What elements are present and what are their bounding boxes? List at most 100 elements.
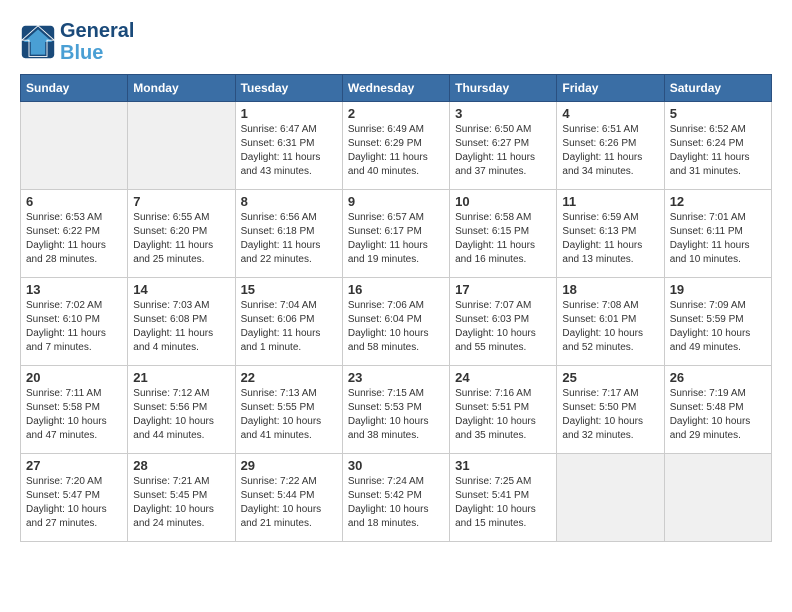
day-cell: 26 Sunrise: 7:19 AMSunset: 5:48 PMDayligh… [664,366,771,454]
week-row-2: 6 Sunrise: 6:53 AMSunset: 6:22 PMDaylight… [21,190,772,278]
day-info: Sunrise: 7:21 AMSunset: 5:45 PMDaylight:… [133,475,229,531]
calendar-table: SundayMondayTuesdayWednesdayThursdayFrid… [20,74,772,542]
day-info: Sunrise: 7:13 AMSunset: 5:55 PMDaylight:… [241,387,337,443]
day-info: Sunrise: 6:49 AMSunset: 6:29 PMDaylight:… [348,123,444,179]
day-cell: 23 Sunrise: 7:15 AMSunset: 5:53 PMDayligh… [342,366,449,454]
day-cell: 22 Sunrise: 7:13 AMSunset: 5:55 PMDayligh… [235,366,342,454]
day-number: 28 [133,458,229,473]
day-info: Sunrise: 7:04 AMSunset: 6:06 PMDaylight:… [241,299,337,355]
day-cell: 25 Sunrise: 7:17 AMSunset: 5:50 PMDayligh… [557,366,664,454]
week-row-3: 13 Sunrise: 7:02 AMSunset: 6:10 PMDayligh… [21,278,772,366]
day-number: 19 [670,282,766,297]
day-cell [664,454,771,542]
day-number: 20 [26,370,122,385]
day-cell: 29 Sunrise: 7:22 AMSunset: 5:44 PMDayligh… [235,454,342,542]
day-cell: 4Sunrise: 6:51 AMSunset: 6:26 PMDaylight… [557,102,664,190]
day-number: 5 [670,106,766,121]
day-info: Sunrise: 7:12 AMSunset: 5:56 PMDaylight:… [133,387,229,443]
day-cell: 13 Sunrise: 7:02 AMSunset: 6:10 PMDayligh… [21,278,128,366]
day-cell [21,102,128,190]
day-number: 27 [26,458,122,473]
day-info: Sunrise: 7:02 AMSunset: 6:10 PMDaylight:… [26,299,122,355]
day-number: 26 [670,370,766,385]
day-info: Sunrise: 7:11 AMSunset: 5:58 PMDaylight:… [26,387,122,443]
day-info: Sunrise: 7:08 AMSunset: 6:01 PMDaylight:… [562,299,658,355]
day-cell: 14 Sunrise: 7:03 AMSunset: 6:08 PMDayligh… [128,278,235,366]
day-cell: 21 Sunrise: 7:12 AMSunset: 5:56 PMDayligh… [128,366,235,454]
day-cell: 16Sunrise: 7:06 AMSunset: 6:04 PMDayligh… [342,278,449,366]
day-number: 13 [26,282,122,297]
day-number: 17 [455,282,551,297]
weekday-header-friday: Friday [557,75,664,102]
weekday-header-sunday: Sunday [21,75,128,102]
weekday-header-thursday: Thursday [450,75,557,102]
day-cell: 3Sunrise: 6:50 AMSunset: 6:27 PMDaylight… [450,102,557,190]
day-number: 21 [133,370,229,385]
day-info: Sunrise: 7:03 AMSunset: 6:08 PMDaylight:… [133,299,229,355]
day-cell: 28 Sunrise: 7:21 AMSunset: 5:45 PMDayligh… [128,454,235,542]
day-number: 10 [455,194,551,209]
day-info: Sunrise: 6:58 AMSunset: 6:15 PMDaylight:… [455,211,551,267]
day-info: Sunrise: 7:22 AMSunset: 5:44 PMDaylight:… [241,475,337,531]
day-info: Sunrise: 6:55 AMSunset: 6:20 PMDaylight:… [133,211,229,267]
day-number: 31 [455,458,551,473]
day-number: 7 [133,194,229,209]
day-number: 1 [241,106,337,121]
day-cell: 11Sunrise: 6:59 AMSunset: 6:13 PMDayligh… [557,190,664,278]
day-cell: 5Sunrise: 6:52 AMSunset: 6:24 PMDaylight… [664,102,771,190]
day-info: Sunrise: 7:16 AMSunset: 5:51 PMDaylight:… [455,387,551,443]
day-cell: 8 Sunrise: 6:56 AMSunset: 6:18 PMDaylight… [235,190,342,278]
day-number: 12 [670,194,766,209]
day-info: Sunrise: 6:56 AMSunset: 6:18 PMDaylight:… [241,211,337,267]
day-info: Sunrise: 7:15 AMSunset: 5:53 PMDaylight:… [348,387,444,443]
day-cell: 6 Sunrise: 6:53 AMSunset: 6:22 PMDaylight… [21,190,128,278]
day-info: Sunrise: 7:17 AMSunset: 5:50 PMDaylight:… [562,387,658,443]
day-number: 25 [562,370,658,385]
day-cell: 18Sunrise: 7:08 AMSunset: 6:01 PMDayligh… [557,278,664,366]
day-cell [557,454,664,542]
day-cell: 1 Sunrise: 6:47 AMSunset: 6:31 PMDaylight… [235,102,342,190]
day-cell: 12 Sunrise: 7:01 AMSunset: 6:11 PMDayligh… [664,190,771,278]
day-info: Sunrise: 7:20 AMSunset: 5:47 PMDaylight:… [26,475,122,531]
weekday-header-monday: Monday [128,75,235,102]
day-info: Sunrise: 7:19 AMSunset: 5:48 PMDaylight:… [670,387,766,443]
logo: General Blue [20,20,134,64]
day-cell: 17 Sunrise: 7:07 AMSunset: 6:03 PMDayligh… [450,278,557,366]
day-info: Sunrise: 6:53 AMSunset: 6:22 PMDaylight:… [26,211,122,267]
day-info: Sunrise: 6:47 AMSunset: 6:31 PMDaylight:… [241,123,337,179]
day-number: 14 [133,282,229,297]
day-cell [128,102,235,190]
day-cell: 20 Sunrise: 7:11 AMSunset: 5:58 PMDayligh… [21,366,128,454]
day-number: 16 [348,282,444,297]
week-row-4: 20 Sunrise: 7:11 AMSunset: 5:58 PMDayligh… [21,366,772,454]
day-number: 24 [455,370,551,385]
day-number: 8 [241,194,337,209]
day-info: Sunrise: 6:57 AMSunset: 6:17 PMDaylight:… [348,211,444,267]
day-cell: 19Sunrise: 7:09 AMSunset: 5:59 PMDayligh… [664,278,771,366]
day-cell: 2 Sunrise: 6:49 AMSunset: 6:29 PMDaylight… [342,102,449,190]
day-number: 30 [348,458,444,473]
day-number: 4 [562,106,658,121]
day-number: 29 [241,458,337,473]
day-info: Sunrise: 7:07 AMSunset: 6:03 PMDaylight:… [455,299,551,355]
logo-icon [20,24,56,60]
day-number: 22 [241,370,337,385]
day-cell: 9Sunrise: 6:57 AMSunset: 6:17 PMDaylight… [342,190,449,278]
day-cell: 27 Sunrise: 7:20 AMSunset: 5:47 PMDayligh… [21,454,128,542]
day-number: 6 [26,194,122,209]
day-cell: 7 Sunrise: 6:55 AMSunset: 6:20 PMDaylight… [128,190,235,278]
logo-general: General [60,20,134,42]
day-info: Sunrise: 7:01 AMSunset: 6:11 PMDaylight:… [670,211,766,267]
weekday-header-wednesday: Wednesday [342,75,449,102]
day-number: 23 [348,370,444,385]
day-info: Sunrise: 6:59 AMSunset: 6:13 PMDaylight:… [562,211,658,267]
weekday-header-tuesday: Tuesday [235,75,342,102]
day-cell: 10 Sunrise: 6:58 AMSunset: 6:15 PMDayligh… [450,190,557,278]
logo-blue: Blue [60,42,134,64]
day-info: Sunrise: 7:25 AMSunset: 5:41 PMDaylight:… [455,475,551,531]
day-number: 15 [241,282,337,297]
day-cell: 31 Sunrise: 7:25 AMSunset: 5:41 PMDayligh… [450,454,557,542]
weekday-header-row: SundayMondayTuesdayWednesdayThursdayFrid… [21,75,772,102]
day-number: 3 [455,106,551,121]
day-number: 2 [348,106,444,121]
